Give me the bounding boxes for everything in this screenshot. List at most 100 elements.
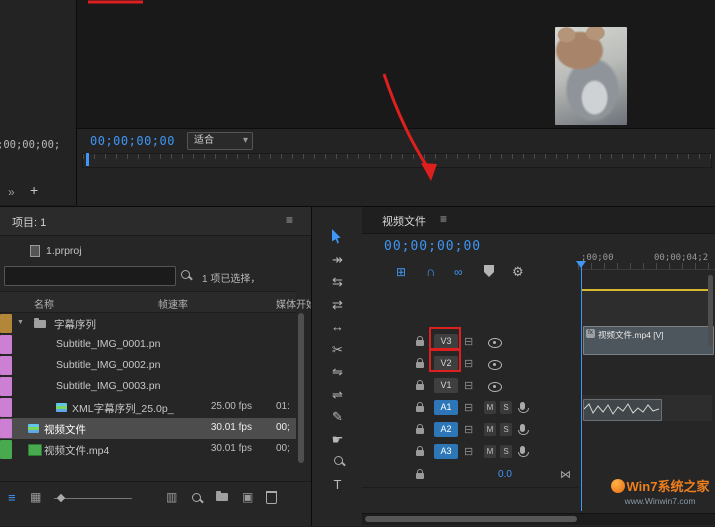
panel-menu-icon[interactable]: ≡ <box>440 212 447 226</box>
tab-sequence[interactable]: 视频文件 <box>382 213 426 229</box>
panel-menu-icon[interactable]: ≡ <box>286 213 293 227</box>
track-target-a3[interactable]: A3 <box>434 444 458 459</box>
playhead-line[interactable] <box>581 267 582 511</box>
monitor-playhead[interactable] <box>86 153 89 166</box>
playhead-timecode[interactable]: 00;00;00;00 <box>90 134 175 148</box>
track-select-tool-icon[interactable]: ↠ <box>312 252 363 268</box>
lock-icon[interactable] <box>416 384 424 390</box>
timeline-video-clip[interactable]: fx 视频文件.mp4 [V] <box>583 326 714 355</box>
mixer-icon[interactable]: ⋈ <box>560 468 571 481</box>
source-patch-icon[interactable]: ⊟ <box>464 401 473 414</box>
project-item-still[interactable]: Subtitle_IMG_0002.pn <box>0 355 296 376</box>
lock-icon[interactable] <box>416 473 424 479</box>
track-header-a3[interactable]: A3 ⊟ M S <box>362 441 578 464</box>
track-target-v2[interactable]: V2 <box>434 356 458 371</box>
project-panel-title[interactable]: 项目: 1 <box>12 214 46 230</box>
timeline-ruler[interactable]: ;00;00 00;00;04;2 <box>578 247 715 270</box>
type-tool-icon[interactable]: T <box>312 477 363 492</box>
zoom-level-select[interactable]: 适合 ▾ <box>187 132 253 150</box>
selection-tool-icon[interactable] <box>332 229 344 244</box>
new-bin-icon[interactable] <box>216 493 228 501</box>
project-item-sequence[interactable]: XML字幕序列_25.0p_ 25.00 fps 01: <box>0 397 296 418</box>
rate-stretch-tool-icon[interactable]: ↔ <box>312 319 363 334</box>
rolling-edit-tool-icon[interactable]: ⇄ <box>312 297 363 313</box>
timeline-horizontal-scrollbar[interactable] <box>362 513 715 525</box>
timeline-vertical-scrollbar[interactable] <box>708 235 714 511</box>
source-patch-icon[interactable]: ⊟ <box>464 357 473 370</box>
source-patch-icon[interactable]: ⊟ <box>464 445 473 458</box>
pen-tool-icon[interactable]: ✎ <box>312 409 363 425</box>
source-patch-icon[interactable]: ⊟ <box>464 335 473 348</box>
razor-tool-icon[interactable]: ✂ <box>312 342 363 358</box>
lock-icon[interactable] <box>416 362 424 368</box>
automate-to-sequence-icon[interactable]: ▥ <box>166 490 177 504</box>
twirl-open-icon[interactable]: ▼ <box>17 319 24 326</box>
button-editor-plus-icon[interactable]: + <box>30 182 38 198</box>
project-item-still[interactable]: Subtitle_IMG_0001.pn <box>0 334 296 355</box>
search-input[interactable] <box>4 266 176 286</box>
project-item-still[interactable]: Subtitle_IMG_0003.pn <box>0 376 296 397</box>
trash-icon[interactable] <box>266 491 277 504</box>
nest-sequences-icon[interactable]: ⊞ <box>396 265 406 279</box>
voiceover-mic-icon[interactable] <box>520 424 525 432</box>
solo-button[interactable]: S <box>500 445 512 458</box>
mute-button[interactable]: M <box>484 445 496 458</box>
voiceover-mic-icon[interactable] <box>520 446 525 454</box>
track-header-v1[interactable]: V1 ⊟ <box>362 375 578 398</box>
track-header-a1[interactable]: A1 ⊟ M S <box>362 397 578 420</box>
solo-button[interactable]: S <box>500 423 512 436</box>
column-media-start[interactable]: 媒体开始 <box>276 296 316 311</box>
monitor-time-ruler[interactable] <box>82 153 712 168</box>
mute-button[interactable]: M <box>484 423 496 436</box>
snap-icon[interactable]: ∩ <box>426 264 435 279</box>
voiceover-mic-icon[interactable] <box>520 402 525 410</box>
search-icon[interactable] <box>181 270 190 279</box>
project-item-bin[interactable]: ▼ 字幕序列 <box>0 313 296 334</box>
zoom-tool-icon[interactable] <box>334 456 343 465</box>
list-view-icon[interactable]: ≡ <box>8 490 16 505</box>
project-item-video[interactable]: 视频文件.mp4 30.01 fps 00; <box>0 439 296 460</box>
slip-tool-icon[interactable]: ⇋ <box>312 364 363 380</box>
find-icon[interactable] <box>192 493 201 502</box>
new-item-icon[interactable]: ▣ <box>242 490 253 504</box>
lock-icon[interactable] <box>416 340 424 346</box>
label-color-chip[interactable] <box>0 398 12 417</box>
label-color-chip[interactable] <box>0 419 12 438</box>
hand-tool-icon[interactable]: ☛ <box>312 432 363 448</box>
solo-button[interactable]: S <box>500 401 512 414</box>
lock-icon[interactable] <box>416 450 424 456</box>
toggle-track-output-eye-icon[interactable] <box>488 338 502 348</box>
timeline-audio-clip[interactable] <box>583 399 662 421</box>
panel-overflow-chevrons-icon[interactable]: » <box>8 185 15 199</box>
track-target-v3[interactable]: V3 <box>434 334 458 349</box>
track-header-v3[interactable]: V3 ⊟ <box>362 331 578 354</box>
track-target-v1[interactable]: V1 <box>434 378 458 393</box>
toggle-track-output-eye-icon[interactable] <box>488 382 502 392</box>
work-area-bar[interactable] <box>581 289 712 291</box>
add-marker-icon[interactable] <box>484 265 494 277</box>
zoom-slider[interactable] <box>54 498 132 499</box>
mute-button[interactable]: M <box>484 401 496 414</box>
linked-selection-icon[interactable]: ∞ <box>454 265 463 279</box>
project-scrollbar[interactable] <box>297 313 305 481</box>
timeline-timecode[interactable]: 00;00;00;00 <box>384 239 481 254</box>
lock-icon[interactable] <box>416 428 424 434</box>
project-item-sequence-selected[interactable]: 视频文件 30.01 fps 00; <box>0 418 296 439</box>
lock-icon[interactable] <box>416 406 424 412</box>
label-color-chip[interactable] <box>0 440 12 459</box>
source-patch-icon[interactable]: ⊟ <box>464 423 473 436</box>
slide-tool-icon[interactable]: ⇌ <box>312 387 363 403</box>
ripple-edit-tool-icon[interactable]: ⇆ <box>312 274 363 290</box>
label-color-chip[interactable] <box>0 314 12 333</box>
project-file-row[interactable]: 1.prproj <box>0 241 311 261</box>
icon-view-icon[interactable]: ▦ <box>30 490 41 504</box>
master-track-row[interactable]: 0.0 ⋈ <box>362 463 578 488</box>
track-header-a2[interactable]: A2 ⊟ M S <box>362 419 578 442</box>
source-patch-icon[interactable]: ⊟ <box>464 379 473 392</box>
column-framerate[interactable]: 帧速率 <box>158 296 188 311</box>
column-name[interactable]: 名称 <box>34 296 54 311</box>
track-header-v2[interactable]: V2 ⊟ <box>362 353 578 376</box>
master-gain-value[interactable]: 0.0 <box>498 469 512 480</box>
label-color-chip[interactable] <box>0 356 12 375</box>
track-target-a2[interactable]: A2 <box>434 422 458 437</box>
